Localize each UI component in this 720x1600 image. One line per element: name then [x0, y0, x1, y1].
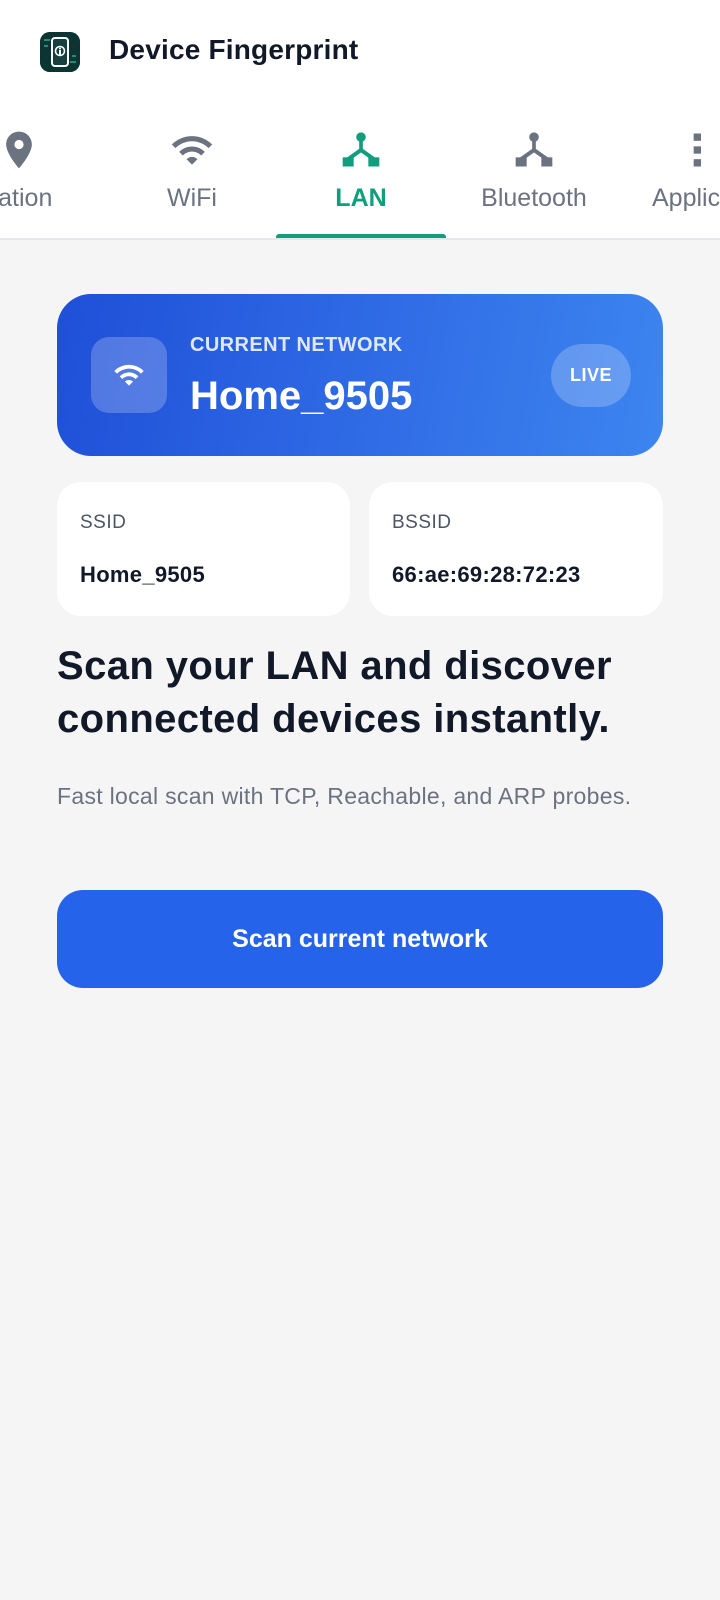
scan-current-network-button[interactable]: Scan current network [57, 890, 663, 988]
tab-bluetooth[interactable]: Bluetooth [462, 110, 606, 238]
tab-lan[interactable]: LAN [276, 110, 446, 238]
ssid-card: SSID Home_9505 [57, 482, 350, 616]
tab-wifi[interactable]: WiFi [122, 110, 262, 238]
live-badge: LIVE [551, 344, 631, 407]
apps-icon [693, 133, 701, 167]
current-network-card: CURRENT NETWORK Home_9505 LIVE [57, 294, 663, 456]
tab-label: cation [0, 184, 53, 212]
scan-headline: Scan your LAN and discover connected dev… [57, 644, 612, 741]
app-bar: Device Fingerprint [0, 0, 720, 110]
current-network-caption: CURRENT NETWORK [190, 334, 403, 356]
bluetooth-network-icon [515, 132, 553, 167]
tab-bar: cation WiFi LAN Bluetooth [0, 110, 720, 240]
scan-description: Fast local scan with TCP, Reachable, and… [57, 783, 632, 809]
tab-label: Bluetooth [481, 184, 587, 212]
tab-location[interactable]: cation [0, 110, 84, 238]
tab-applications[interactable]: Applic [652, 110, 720, 238]
lan-network-icon [342, 132, 380, 167]
ssid-value: Home_9505 [80, 562, 205, 587]
active-tab-indicator [276, 234, 446, 238]
wifi-icon [91, 337, 167, 413]
bssid-label: BSSID [392, 512, 452, 533]
app-title: Device Fingerprint [109, 34, 359, 65]
current-network-name: Home_9505 [190, 374, 413, 418]
bssid-card: BSSID 66:ae:69:28:72:23 [369, 482, 663, 616]
bssid-value: 66:ae:69:28:72:23 [392, 562, 581, 587]
location-pin-icon [6, 131, 32, 169]
tab-label: WiFi [167, 184, 217, 212]
tab-label: LAN [335, 184, 387, 212]
phone-fingerprint-icon [40, 32, 80, 72]
wifi-icon [171, 136, 213, 165]
tab-label: Applic [652, 184, 720, 212]
ssid-label: SSID [80, 512, 127, 533]
